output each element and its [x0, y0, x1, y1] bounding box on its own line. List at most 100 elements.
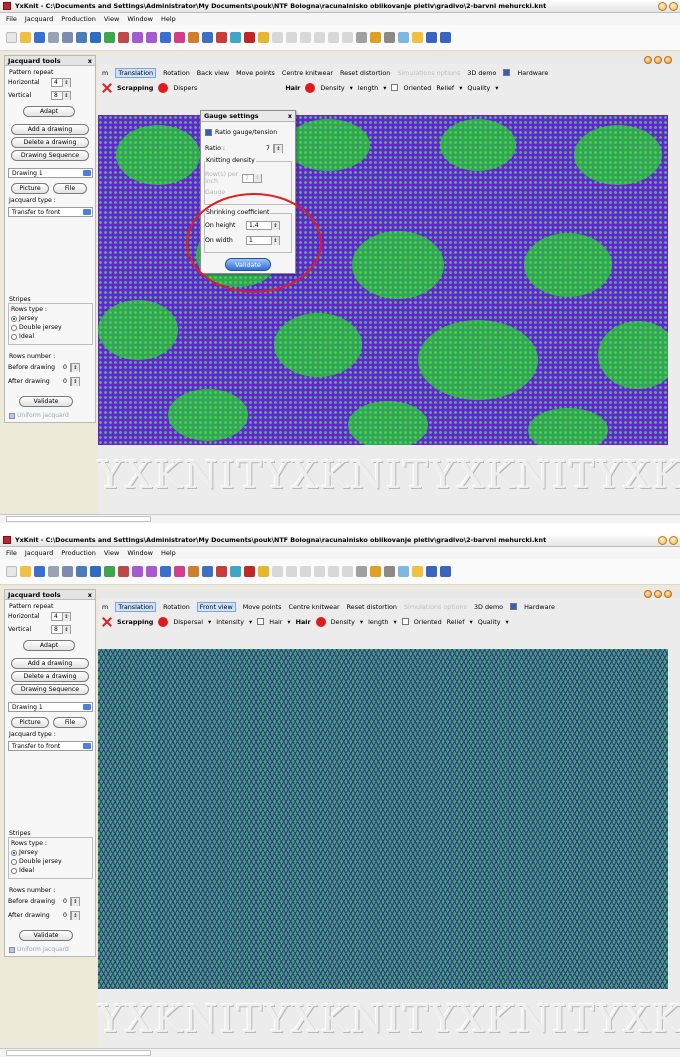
chart-icon[interactable] — [118, 32, 129, 43]
radio-jersey[interactable]: Jersey — [11, 849, 38, 856]
quality-label[interactable]: Quality — [478, 618, 501, 626]
relief-arrow[interactable]: ▾ — [459, 84, 462, 92]
add-drawing-button[interactable]: Add a drawing — [11, 124, 89, 135]
preview-icon[interactable] — [62, 32, 73, 43]
window-split-icon[interactable] — [426, 566, 437, 577]
jacquard-type-select[interactable]: Transfer to front — [8, 207, 93, 217]
quality-label[interactable]: Quality — [467, 84, 490, 92]
lightbulb-icon[interactable] — [258, 32, 269, 43]
print-icon[interactable] — [48, 566, 59, 577]
close-icon[interactable]: x — [88, 591, 92, 599]
doc-maximize-icon[interactable] — [654, 590, 662, 598]
hardware-checkbox-icon[interactable] — [503, 69, 511, 76]
spinner-arrows-icon[interactable]: ⇕ — [70, 911, 79, 920]
dispersal-label[interactable]: Dispersal — [173, 618, 203, 626]
brush-icon[interactable] — [132, 32, 143, 43]
pattern-b-icon[interactable] — [286, 566, 297, 577]
pencil-icon[interactable] — [244, 32, 255, 43]
grid-icon[interactable] — [76, 566, 87, 577]
quality-arrow[interactable]: ▾ — [495, 84, 498, 92]
palette-icon[interactable] — [370, 32, 381, 43]
tab-reset-distortion[interactable]: Reset distortion — [340, 69, 390, 77]
ratio-gauge-tension-checkbox[interactable]: Ratio gauge/tension — [205, 129, 277, 136]
doc-maximize-icon[interactable] — [654, 56, 662, 64]
doc-close-icon[interactable] — [664, 56, 672, 64]
close-icon[interactable]: x — [88, 57, 92, 65]
menu-production[interactable]: Production — [61, 549, 96, 557]
transfer-icon[interactable] — [230, 566, 241, 577]
yarn-icon[interactable] — [188, 32, 199, 43]
pattern-f-icon[interactable] — [342, 566, 353, 577]
file-button[interactable]: File — [53, 183, 87, 194]
tab-centre-knitwear[interactable]: Centre knitwear — [289, 603, 340, 611]
radio-on-icon[interactable] — [11, 849, 17, 856]
vertical-spinner[interactable]: 8 ⇕ — [51, 91, 71, 100]
minimize-icon[interactable] — [658, 535, 667, 545]
checkbox-icon[interactable] — [9, 412, 15, 419]
new-file-icon[interactable] — [6, 566, 17, 577]
radio-off-icon[interactable] — [11, 858, 17, 865]
menu-production[interactable]: Production — [61, 15, 96, 23]
window-icon[interactable] — [440, 566, 451, 577]
relief-arrow[interactable]: ▾ — [469, 618, 472, 626]
window-split-icon[interactable] — [426, 32, 437, 43]
quality-arrow[interactable]: ▾ — [506, 618, 509, 626]
checkbox-icon[interactable] — [205, 129, 212, 136]
spinner-arrows-icon[interactable]: ⇕ — [62, 625, 70, 634]
length-arrow[interactable]: ▾ — [394, 618, 397, 626]
colors-icon[interactable] — [174, 566, 185, 577]
delete-drawing-button[interactable]: Delete a drawing — [11, 671, 89, 682]
length-label[interactable]: length — [358, 84, 378, 92]
before-drawing-spinner[interactable]: ⇕ — [69, 363, 80, 372]
horizontal-spinner[interactable]: 4 ⇕ — [51, 612, 71, 621]
delete-drawing-button[interactable]: Delete a drawing — [11, 137, 89, 148]
doc-minimize-icon[interactable] — [644, 590, 652, 598]
save-as-icon[interactable] — [160, 32, 171, 43]
pencil-icon[interactable] — [244, 566, 255, 577]
table-icon[interactable] — [90, 32, 101, 43]
length-label[interactable]: length — [368, 618, 388, 626]
chevron-down-icon[interactable] — [83, 743, 91, 749]
drawing-select[interactable]: Drawing 1 — [8, 702, 93, 712]
uniform-jacquard-checkbox[interactable]: Uniform jacquard — [9, 412, 69, 419]
layout-icon[interactable] — [398, 566, 409, 577]
close-x-icon[interactable] — [102, 617, 112, 627]
drawing-sequence-button[interactable]: Drawing Sequence — [11, 150, 89, 161]
spinner-arrows-icon[interactable]: ⇕ — [62, 612, 70, 621]
menu-view[interactable]: View — [104, 549, 119, 557]
radio-jersey[interactable]: Jersey — [11, 315, 38, 322]
radio-off-icon[interactable] — [11, 333, 17, 340]
table-icon[interactable] — [90, 566, 101, 577]
view-icon[interactable] — [384, 32, 395, 43]
length-arrow[interactable]: ▾ — [383, 84, 386, 92]
minimize-icon[interactable] — [658, 1, 667, 11]
palette-icon[interactable] — [370, 566, 381, 577]
layout-icon[interactable] — [398, 32, 409, 43]
pattern-e-icon[interactable] — [328, 566, 339, 577]
machine-icon[interactable] — [216, 566, 227, 577]
colors-icon[interactable] — [174, 32, 185, 43]
tab-rotation[interactable]: Rotation — [163, 603, 190, 611]
jacquard-type-select[interactable]: Transfer to front — [8, 741, 93, 751]
before-drawing-spinner[interactable]: ⇕ — [69, 897, 80, 906]
after-drawing-spinner[interactable]: ⇕ — [69, 911, 80, 920]
spinner-arrows-icon[interactable]: ⇕ — [70, 897, 79, 906]
menu-window[interactable]: Window — [127, 15, 153, 23]
spinner-arrows-icon[interactable]: ⇕ — [70, 377, 79, 386]
radio-off-icon[interactable] — [11, 867, 17, 874]
spinner-arrows-icon[interactable]: ⇕ — [70, 363, 79, 372]
density-label[interactable]: Density — [320, 84, 344, 92]
close-x-icon[interactable] — [102, 83, 112, 93]
layer-icon[interactable] — [412, 566, 423, 577]
tab-translation[interactable]: Translation — [115, 67, 157, 78]
pen-icon[interactable] — [146, 32, 157, 43]
tab-move-points[interactable]: Move points — [236, 69, 275, 77]
chevron-down-icon[interactable] — [83, 209, 91, 215]
radio-double-jersey[interactable]: Double jersey — [11, 858, 62, 865]
scrapping-color-icon[interactable] — [158, 616, 169, 627]
density-arrow[interactable]: ▾ — [350, 84, 353, 92]
radio-ideal[interactable]: Ideal — [11, 333, 34, 340]
hair-color-icon[interactable] — [315, 616, 326, 627]
adapt-button[interactable]: Adapt — [23, 640, 75, 651]
pattern-a-icon[interactable] — [272, 32, 283, 43]
